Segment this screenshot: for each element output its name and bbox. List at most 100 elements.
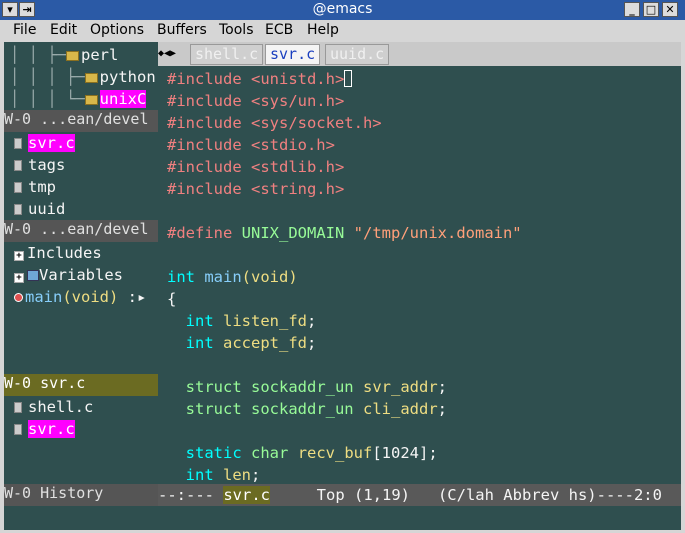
code-line: int accept_fd; [167, 332, 317, 354]
statement-end: [1024]; [372, 444, 438, 462]
type-keyword: int [167, 268, 195, 286]
echo-area[interactable] [4, 506, 681, 530]
sources-mode-line: W-0 ...ean/devel [4, 220, 158, 242]
variables-icon [27, 270, 39, 281]
code-line: #include <stdio.h> [167, 134, 335, 156]
preprocessor-directive: #define [167, 224, 233, 242]
statement-end: ; [437, 400, 447, 418]
mode-line-buffer-name[interactable]: svr.c [223, 486, 270, 504]
function-icon [14, 293, 23, 302]
directories-mode-line: W-0 ...ean/devel [4, 110, 158, 132]
history-item-svr-c[interactable]: svr.c [14, 418, 75, 440]
method-item-variables[interactable]: + Variables [14, 264, 123, 286]
source-item-svr-c[interactable]: svr.c [14, 132, 75, 154]
menu-bar: File Edit Options Buffers Tools ECB Help [0, 20, 685, 42]
directory-label: unixC [99, 90, 147, 108]
folder-icon [84, 73, 98, 83]
preprocessor-directive: #include [167, 180, 242, 198]
code-line: struct sockaddr_un svr_addr; [167, 376, 447, 398]
include-path: <stdlib.h> [241, 158, 345, 176]
method-label: Includes [27, 244, 102, 262]
directory-label: python [99, 68, 156, 86]
include-path: <stdio.h> [241, 136, 335, 154]
menu-help[interactable]: Help [307, 22, 339, 38]
source-item-tmp[interactable]: tmp [14, 176, 56, 198]
tab-shell-c[interactable]: shell.c [190, 44, 264, 65]
code-line: int listen_fd; [167, 310, 317, 332]
directory-item-python[interactable]: │ │ │ ├─ python [10, 66, 156, 88]
file-icon [14, 160, 22, 171]
title-bar: ▾ ⇥ @emacs _ □ ✕ [0, 0, 685, 20]
tree-guide: │ │ │ └─ [10, 90, 85, 108]
code-line: #include <string.h> [167, 178, 344, 200]
variable-name: len [223, 466, 252, 484]
statement-end: ; [437, 378, 447, 396]
preprocessor-directive: #include [167, 114, 242, 132]
variable-name: accept_fd [223, 334, 308, 352]
menu-options[interactable]: Options [90, 22, 144, 38]
source-label: svr.c [28, 134, 75, 152]
type-keyword: char [251, 444, 289, 462]
history-item-shell-c[interactable]: shell.c [14, 396, 93, 418]
maximize-icon[interactable]: □ [643, 2, 659, 17]
variable-name: svr_addr [363, 378, 438, 396]
statement-end: ; [251, 466, 261, 484]
variable-name: recv_buf [297, 444, 373, 462]
menu-tools[interactable]: Tools [219, 22, 254, 38]
folder-icon [66, 51, 79, 61]
preprocessor-directive: #include [167, 92, 242, 110]
code-line: #include <unistd.h> [167, 68, 353, 90]
editor-pane[interactable]: ◆◀▶ shell.c svr.c uuid.c #include <unist… [158, 42, 681, 484]
source-label: tags [28, 156, 66, 174]
code-line: struct sockaddr_un cli_addr; [167, 398, 447, 420]
minimize-icon[interactable]: _ [624, 2, 640, 17]
tab-uuid-c[interactable]: uuid.c [325, 44, 390, 65]
open-brace: { [167, 290, 177, 308]
expand-icon[interactable]: + [14, 273, 24, 283]
tab-scroll-arrows-icon[interactable]: ◆◀▶ [158, 45, 188, 63]
code-line: #define UNIX_DOMAIN "/tmp/unix.domain" [167, 222, 522, 244]
code-line: int len; [167, 464, 261, 484]
open-folder-icon [84, 95, 98, 105]
method-label: Variables [39, 266, 123, 284]
expand-icon[interactable]: + [14, 251, 24, 261]
close-icon[interactable]: ✕ [662, 2, 678, 17]
menu-buffers[interactable]: Buffers [157, 22, 207, 38]
tab-bar: ◆◀▶ shell.c svr.c uuid.c [158, 42, 681, 66]
method-item-main[interactable]: main(void) :▸ [14, 286, 146, 308]
include-path: <sys/un.h> [241, 92, 345, 110]
preprocessor-directive: #include [167, 136, 242, 154]
window-title: @emacs [312, 1, 373, 17]
storage-keyword: static [185, 444, 242, 462]
tab-svr-c[interactable]: svr.c [265, 44, 321, 65]
type-keyword: int [185, 312, 214, 330]
code-line: #include <sys/socket.h> [167, 112, 382, 134]
macro-name: UNIX_DOMAIN [241, 224, 345, 242]
method-item-includes[interactable]: + Includes [14, 242, 102, 264]
directory-item-perl[interactable]: │ │ ├─ perl [10, 44, 118, 66]
menu-edit[interactable]: Edit [50, 22, 77, 38]
type-keyword: int [185, 466, 214, 484]
source-label: tmp [28, 178, 56, 196]
source-item-uuid[interactable]: uuid [14, 198, 65, 220]
method-args: (void) [62, 288, 119, 306]
source-item-tags[interactable]: tags [14, 154, 65, 176]
text-cursor [344, 70, 353, 87]
preprocessor-directive: #include [167, 70, 242, 88]
function-params: (void) [241, 268, 298, 286]
ecb-panel: │ │ ├─ perl │ │ │ ├─ python │ │ │ └─ unixC … [4, 42, 158, 506]
directory-label: perl [81, 46, 119, 64]
mode-line-status: --:--- [158, 486, 224, 504]
function-name: main [204, 268, 242, 286]
code-line: int main(void) [167, 266, 298, 288]
mode-line-info: Top (1,19) (C/lah Abbrev hs)----2:0 [270, 486, 662, 504]
include-path: <unistd.h> [241, 70, 345, 88]
file-icon [14, 182, 22, 193]
menu-file[interactable]: File [13, 22, 36, 38]
menu-ecb[interactable]: ECB [265, 22, 293, 38]
statement-end: ; [307, 312, 317, 330]
directory-item-unixc[interactable]: │ │ │ └─ unixC [10, 88, 147, 110]
emacs-window: ▾ ⇥ @emacs _ □ ✕ File Edit Options Buffe… [0, 0, 685, 533]
code-line: #include <stdlib.h> [167, 156, 344, 178]
string-literal: "/tmp/unix.domain" [353, 224, 522, 242]
